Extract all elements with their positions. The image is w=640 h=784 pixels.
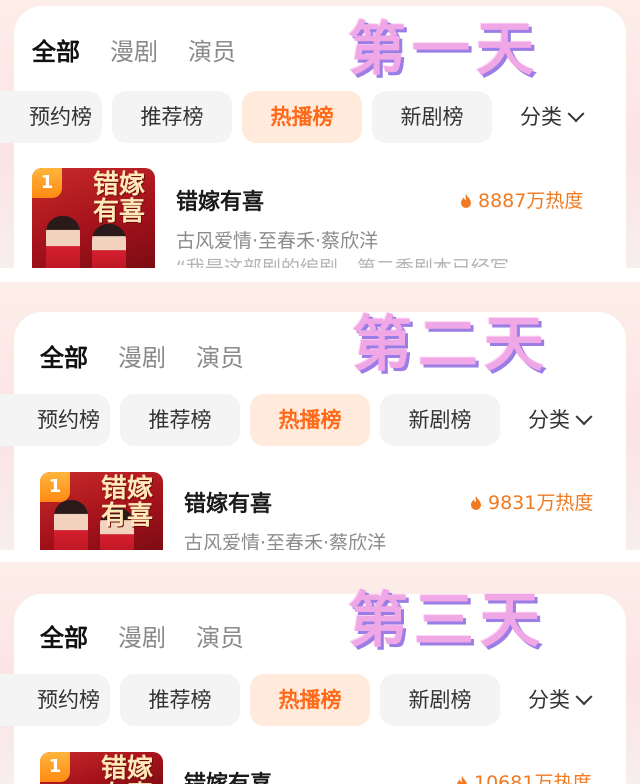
heat-value: 10681万热度: [456, 768, 591, 784]
day-banner: 第二天: [352, 310, 550, 380]
ranking-chips: 预约榜 推荐榜 热播榜 新剧榜 分类: [0, 91, 640, 143]
flame-icon: [471, 496, 481, 510]
ranking-chips: 预约榜 推荐榜 热播榜 新剧榜 分类: [0, 394, 640, 446]
flame-icon: [457, 776, 467, 784]
flame-icon: [461, 194, 471, 208]
poster-figure-male: [46, 216, 80, 268]
category-dropdown[interactable]: 分类: [528, 394, 593, 446]
ranking-chips: 预约榜 推荐榜 热播榜 新剧榜 分类: [0, 674, 640, 726]
day-one-panel: 第一天 全部 漫剧 演员 预约榜 推荐榜 热播榜 新剧榜 分类 错嫁有喜 1 错…: [0, 0, 640, 268]
rank-badge: 1: [32, 168, 62, 198]
day-banner: 第三天: [348, 586, 546, 656]
top-tabs: 全部 漫剧 演员: [40, 618, 244, 653]
tab-comic-drama[interactable]: 漫剧: [118, 338, 166, 373]
chevron-down-icon: [575, 688, 593, 706]
top-tabs: 全部 漫剧 演员: [40, 338, 244, 373]
poster-figure-female: [92, 224, 126, 268]
heat-text: 8887万热度: [478, 190, 584, 212]
poster-figure-male: [54, 500, 88, 550]
day-two-panel: 第二天 全部 漫剧 演员 预约榜 推荐榜 热播榜 新剧榜 分类 错嫁有喜 1 错…: [0, 282, 640, 550]
poster-title-art: 错嫁有喜: [92, 170, 145, 227]
tab-comic-drama[interactable]: 漫剧: [110, 32, 158, 67]
rank-badge: 1: [40, 752, 70, 782]
tab-actors[interactable]: 演员: [188, 32, 236, 67]
chip-recommended[interactable]: 推荐榜: [120, 674, 240, 726]
chip-new[interactable]: 新剧榜: [380, 674, 500, 726]
show-meta: 古风爱情·至春禾·蔡欣洋: [184, 532, 387, 550]
chip-hot[interactable]: 热播榜: [250, 394, 370, 446]
top-tabs: 全部 漫剧 演员: [32, 32, 236, 67]
poster-title-art: 错嫁有喜: [100, 474, 153, 531]
tab-actors[interactable]: 演员: [196, 338, 244, 373]
category-label: 分类: [528, 408, 570, 432]
heat-text: 10681万热度: [474, 772, 592, 784]
poster-thumbnail[interactable]: 错嫁有喜 1: [32, 168, 155, 268]
category-dropdown[interactable]: 分类: [520, 91, 585, 143]
chip-recommended[interactable]: 推荐榜: [112, 91, 232, 143]
show-title[interactable]: 错嫁有喜: [184, 766, 272, 784]
category-label: 分类: [528, 688, 570, 712]
show-quote: “我是这部剧的编剧，第二季剧本已经写...: [176, 257, 527, 268]
show-meta: 古风爱情·至春禾·蔡欣洋: [176, 230, 379, 252]
show-title[interactable]: 错嫁有喜: [176, 184, 264, 216]
chip-recommended[interactable]: 推荐榜: [120, 394, 240, 446]
chip-reservation[interactable]: 预约榜: [0, 91, 102, 143]
chevron-down-icon: [567, 105, 585, 123]
tab-all[interactable]: 全部: [32, 32, 80, 67]
heat-value: 8887万热度: [460, 186, 583, 213]
poster-title-art: 错嫁有喜: [100, 754, 153, 784]
chip-reservation[interactable]: 预约榜: [0, 674, 110, 726]
category-label: 分类: [520, 105, 562, 129]
day-three-panel: 第三天 全部 漫剧 演员 预约榜 推荐榜 热播榜 新剧榜 分类 错嫁有喜 1 错…: [0, 562, 640, 784]
category-dropdown[interactable]: 分类: [528, 674, 593, 726]
chevron-down-icon: [575, 408, 593, 426]
chip-new[interactable]: 新剧榜: [380, 394, 500, 446]
rank-badge: 1: [40, 472, 70, 502]
poster-thumbnail[interactable]: 错嫁有喜 1: [40, 752, 163, 784]
day-banner: 第一天: [348, 15, 541, 83]
heat-value: 9831万热度: [470, 488, 593, 515]
tab-all[interactable]: 全部: [40, 338, 88, 373]
tab-actors[interactable]: 演员: [196, 618, 244, 653]
tab-all[interactable]: 全部: [40, 618, 88, 653]
show-title[interactable]: 错嫁有喜: [184, 486, 272, 518]
heat-text: 9831万热度: [488, 492, 594, 514]
chip-new[interactable]: 新剧榜: [372, 91, 492, 143]
chip-hot[interactable]: 热播榜: [250, 674, 370, 726]
poster-thumbnail[interactable]: 错嫁有喜 1: [40, 472, 163, 550]
screenshot-collage: 第一天 全部 漫剧 演员 预约榜 推荐榜 热播榜 新剧榜 分类 错嫁有喜 1 错…: [0, 0, 640, 784]
tab-comic-drama[interactable]: 漫剧: [118, 618, 166, 653]
chip-hot[interactable]: 热播榜: [242, 91, 362, 143]
chip-reservation[interactable]: 预约榜: [0, 394, 110, 446]
